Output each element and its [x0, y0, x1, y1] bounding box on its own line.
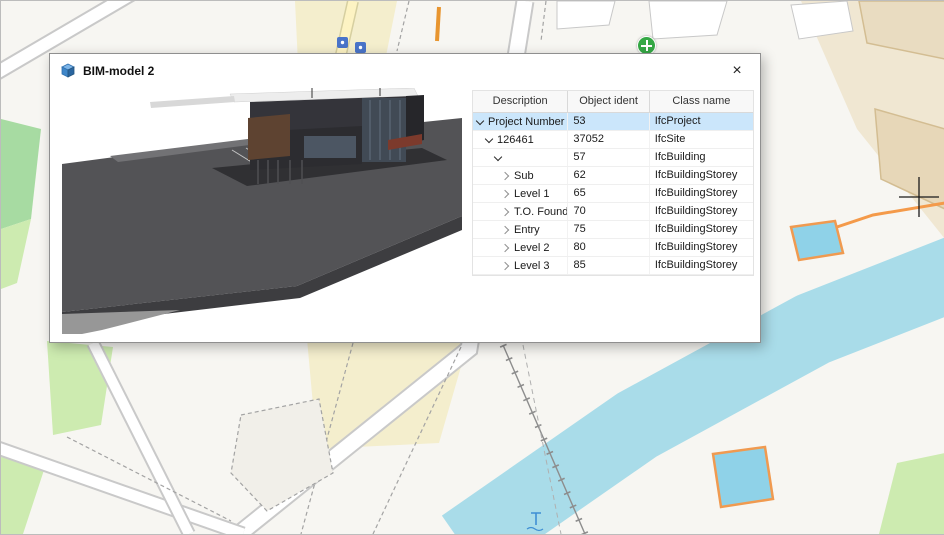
column-header-class-name[interactable]: Class name [650, 91, 753, 112]
description-text: 126461 [497, 132, 534, 148]
chevron-right-icon[interactable] [501, 261, 511, 271]
class-name: IfcBuildingStorey [650, 221, 753, 238]
object-ident: 80 [568, 239, 649, 256]
object-ident: 53 [568, 113, 649, 130]
chevron-down-icon[interactable] [493, 153, 503, 163]
bim-cube-icon [60, 63, 76, 79]
chevron-down-icon[interactable] [484, 135, 494, 145]
building-footprint [649, 1, 727, 39]
row-description: 126461 [473, 131, 568, 148]
window-title: BIM-model 2 [83, 64, 154, 78]
row-description: Project Number [473, 113, 568, 130]
chevron-right-icon[interactable] [501, 225, 511, 235]
table-header-row: Description Object ident Class name [473, 91, 753, 113]
tree-row[interactable]: Sub 62 IfcBuildingStorey [473, 167, 753, 185]
class-name: IfcBuildingStorey [650, 185, 753, 202]
ifc-tree-table[interactable]: Description Object ident Class name Proj… [472, 90, 754, 276]
selected-feature[interactable] [713, 447, 773, 507]
column-header-object-ident[interactable]: Object ident [568, 91, 649, 112]
class-name: IfcBuildingStorey [650, 167, 753, 184]
row-description: T.O. Found [473, 203, 568, 220]
object-ident: 85 [568, 257, 649, 274]
row-description: Entry [473, 221, 568, 238]
column-header-description[interactable]: Description [473, 91, 568, 112]
close-icon[interactable]: × [724, 58, 750, 84]
building-footprint [557, 1, 615, 29]
row-description: Level 3 [473, 257, 568, 274]
description-text: Level 1 [514, 186, 549, 202]
selected-feature[interactable] [791, 221, 843, 260]
description-text: Entry [514, 222, 540, 238]
chevron-right-icon[interactable] [501, 243, 511, 253]
row-description [473, 149, 568, 166]
chevron-right-icon[interactable] [501, 189, 511, 199]
window-titlebar[interactable]: BIM-model 2 × [50, 54, 760, 87]
object-ident: 70 [568, 203, 649, 220]
object-ident: 57 [568, 149, 649, 166]
class-name: IfcBuildingStorey [650, 203, 753, 220]
description-text: T.O. Found [514, 204, 568, 220]
chevron-right-icon[interactable] [501, 171, 511, 181]
chevron-down-icon[interactable] [475, 117, 485, 127]
description-text: Project Number [488, 114, 564, 130]
object-ident: 37052 [568, 131, 649, 148]
chevron-right-icon[interactable] [501, 207, 511, 217]
tree-row[interactable]: Project Number 53 IfcProject [473, 113, 753, 131]
class-name: IfcProject [650, 113, 753, 130]
object-ident: 75 [568, 221, 649, 238]
object-ident: 62 [568, 167, 649, 184]
tree-row[interactable]: T.O. Found 70 IfcBuildingStorey [473, 203, 753, 221]
bim-3d-viewport[interactable] [62, 88, 462, 334]
bim-model-window[interactable]: BIM-model 2 × [49, 53, 761, 343]
tree-row[interactable]: 126461 37052 IfcSite [473, 131, 753, 149]
class-name: IfcBuildingStorey [650, 239, 753, 256]
tree-row[interactable]: Entry 75 IfcBuildingStorey [473, 221, 753, 239]
row-description: Level 1 [473, 185, 568, 202]
row-description: Level 2 [473, 239, 568, 256]
class-name: IfcBuildingStorey [650, 257, 753, 274]
row-description: Sub [473, 167, 568, 184]
tree-row[interactable]: Level 3 85 IfcBuildingStorey [473, 257, 753, 275]
class-name: IfcSite [650, 131, 753, 148]
tree-row[interactable]: 57 IfcBuilding [473, 149, 753, 167]
map-canvas[interactable]: BIM-model 2 × [0, 0, 944, 535]
description-text: Sub [514, 168, 534, 184]
object-ident: 65 [568, 185, 649, 202]
tree-row[interactable]: Level 2 80 IfcBuildingStorey [473, 239, 753, 257]
tree-row[interactable]: Level 1 65 IfcBuildingStorey [473, 185, 753, 203]
class-name: IfcBuilding [650, 149, 753, 166]
description-text: Level 3 [514, 258, 549, 274]
description-text: Level 2 [514, 240, 549, 256]
